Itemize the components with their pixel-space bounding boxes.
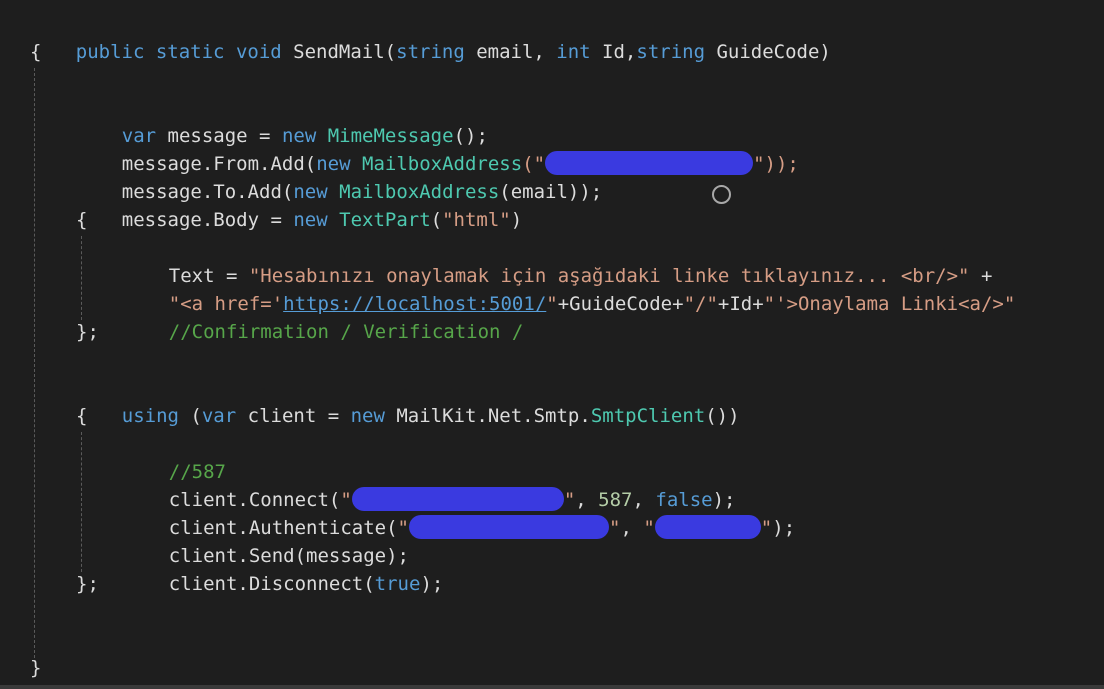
type-name: SmtpClient [590, 405, 706, 427]
redaction-username [409, 514, 609, 539]
code-text: , [620, 517, 644, 539]
keyword-void: void [235, 41, 282, 63]
code-text: ( [430, 209, 443, 231]
keyword-var: var [201, 405, 237, 427]
string-literal: "/" [683, 293, 718, 315]
code-text: ()) [705, 405, 740, 427]
code-text: ); [420, 573, 444, 595]
code-line-comment: //587 [123, 430, 226, 483]
code-line-href: "<a href='https://localhost:5001/"+Guide… [123, 262, 1016, 315]
method-name: SendMail( [293, 41, 397, 63]
comment: //Confirmation / Verification / [168, 321, 524, 343]
keyword-using: using [121, 405, 179, 427]
param-guidecode: GuideCode) [705, 41, 831, 63]
code-line-text-assign: Text = "Hesabınızı onaylamak için aşağıd… [123, 234, 993, 287]
code-line-disconnect: client.Disconnect(true); [123, 542, 444, 595]
code-text: client = [236, 405, 351, 427]
string-literal: "'>Onaylama Linki<a/>" [763, 293, 1016, 315]
code-line-close: }; [76, 570, 99, 598]
keyword-string: string [396, 41, 465, 63]
string-literal: " [609, 517, 621, 539]
keyword-new: new [350, 405, 385, 427]
code-text: MailKit.Net.Smtp. [384, 405, 591, 427]
code-line-to-add: message.To.Add(new MailboxAddress(email)… [76, 150, 602, 203]
mouse-cursor-icon [712, 185, 731, 204]
code-line-body: message.Body = new TextPart("html") [76, 178, 522, 231]
brace: { [76, 405, 88, 427]
code-editor[interactable]: public static void SendMail(string email… [0, 0, 1104, 689]
string-literal: "html" [442, 209, 511, 231]
brace: }; [76, 321, 99, 343]
code-text: ) [510, 209, 523, 231]
code-line-connect: client.Connect(" ", 587, false); [123, 458, 735, 511]
code-line-close: }; [76, 318, 99, 346]
code-line-brace-open: { [76, 402, 87, 430]
code-line-method-signature: public static void SendMail(string email… [30, 10, 831, 63]
code-line-comment: //Confirmation / Verification / [123, 290, 524, 343]
code-line-brace-open: { [30, 38, 41, 66]
keyword-int: int [556, 41, 591, 63]
brace: { [30, 41, 42, 63]
code-line-send: client.Send(message); [123, 514, 409, 567]
keyword-string: string [636, 41, 706, 63]
code-text: client.Disconnect( [168, 573, 375, 595]
code-text: ); [772, 517, 796, 539]
code-line-authenticate: client.Authenticate(" ", " "); [123, 486, 795, 539]
keyword-static: static [155, 41, 225, 63]
code-text: +Id+ [717, 293, 764, 315]
brace: { [76, 209, 88, 231]
code-line-new-message: var message = new MimeMessage(); [76, 94, 488, 147]
redaction-password [654, 514, 761, 539]
code-text: ( [178, 405, 202, 427]
brace: }; [76, 573, 99, 595]
code-line-using: using (var client = new MailKit.Net.Smtp… [76, 374, 740, 427]
code-line-brace-close: } [30, 654, 41, 682]
string-literal: " [760, 517, 773, 539]
string-literal: " [546, 293, 558, 315]
keyword-true: true [374, 573, 421, 595]
string-close: ")); [753, 153, 799, 175]
string-literal: " [643, 517, 655, 539]
editor-bottom-border [0, 685, 1104, 689]
type-name: TextPart [339, 209, 431, 231]
param-email: email, [464, 41, 557, 63]
brace: } [30, 657, 42, 679]
code-text: +GuideCode+ [557, 293, 684, 315]
param-id: Id, [590, 41, 637, 63]
indent-guide-outer [34, 68, 35, 658]
code-line-from-add: message.From.Add(new MailboxAddress(" "))… [76, 122, 799, 175]
code-line-brace-open: { [76, 206, 87, 234]
keyword-new: new [293, 209, 328, 231]
keyword-public: public [75, 41, 145, 63]
code-text: message.Body = [121, 209, 294, 231]
